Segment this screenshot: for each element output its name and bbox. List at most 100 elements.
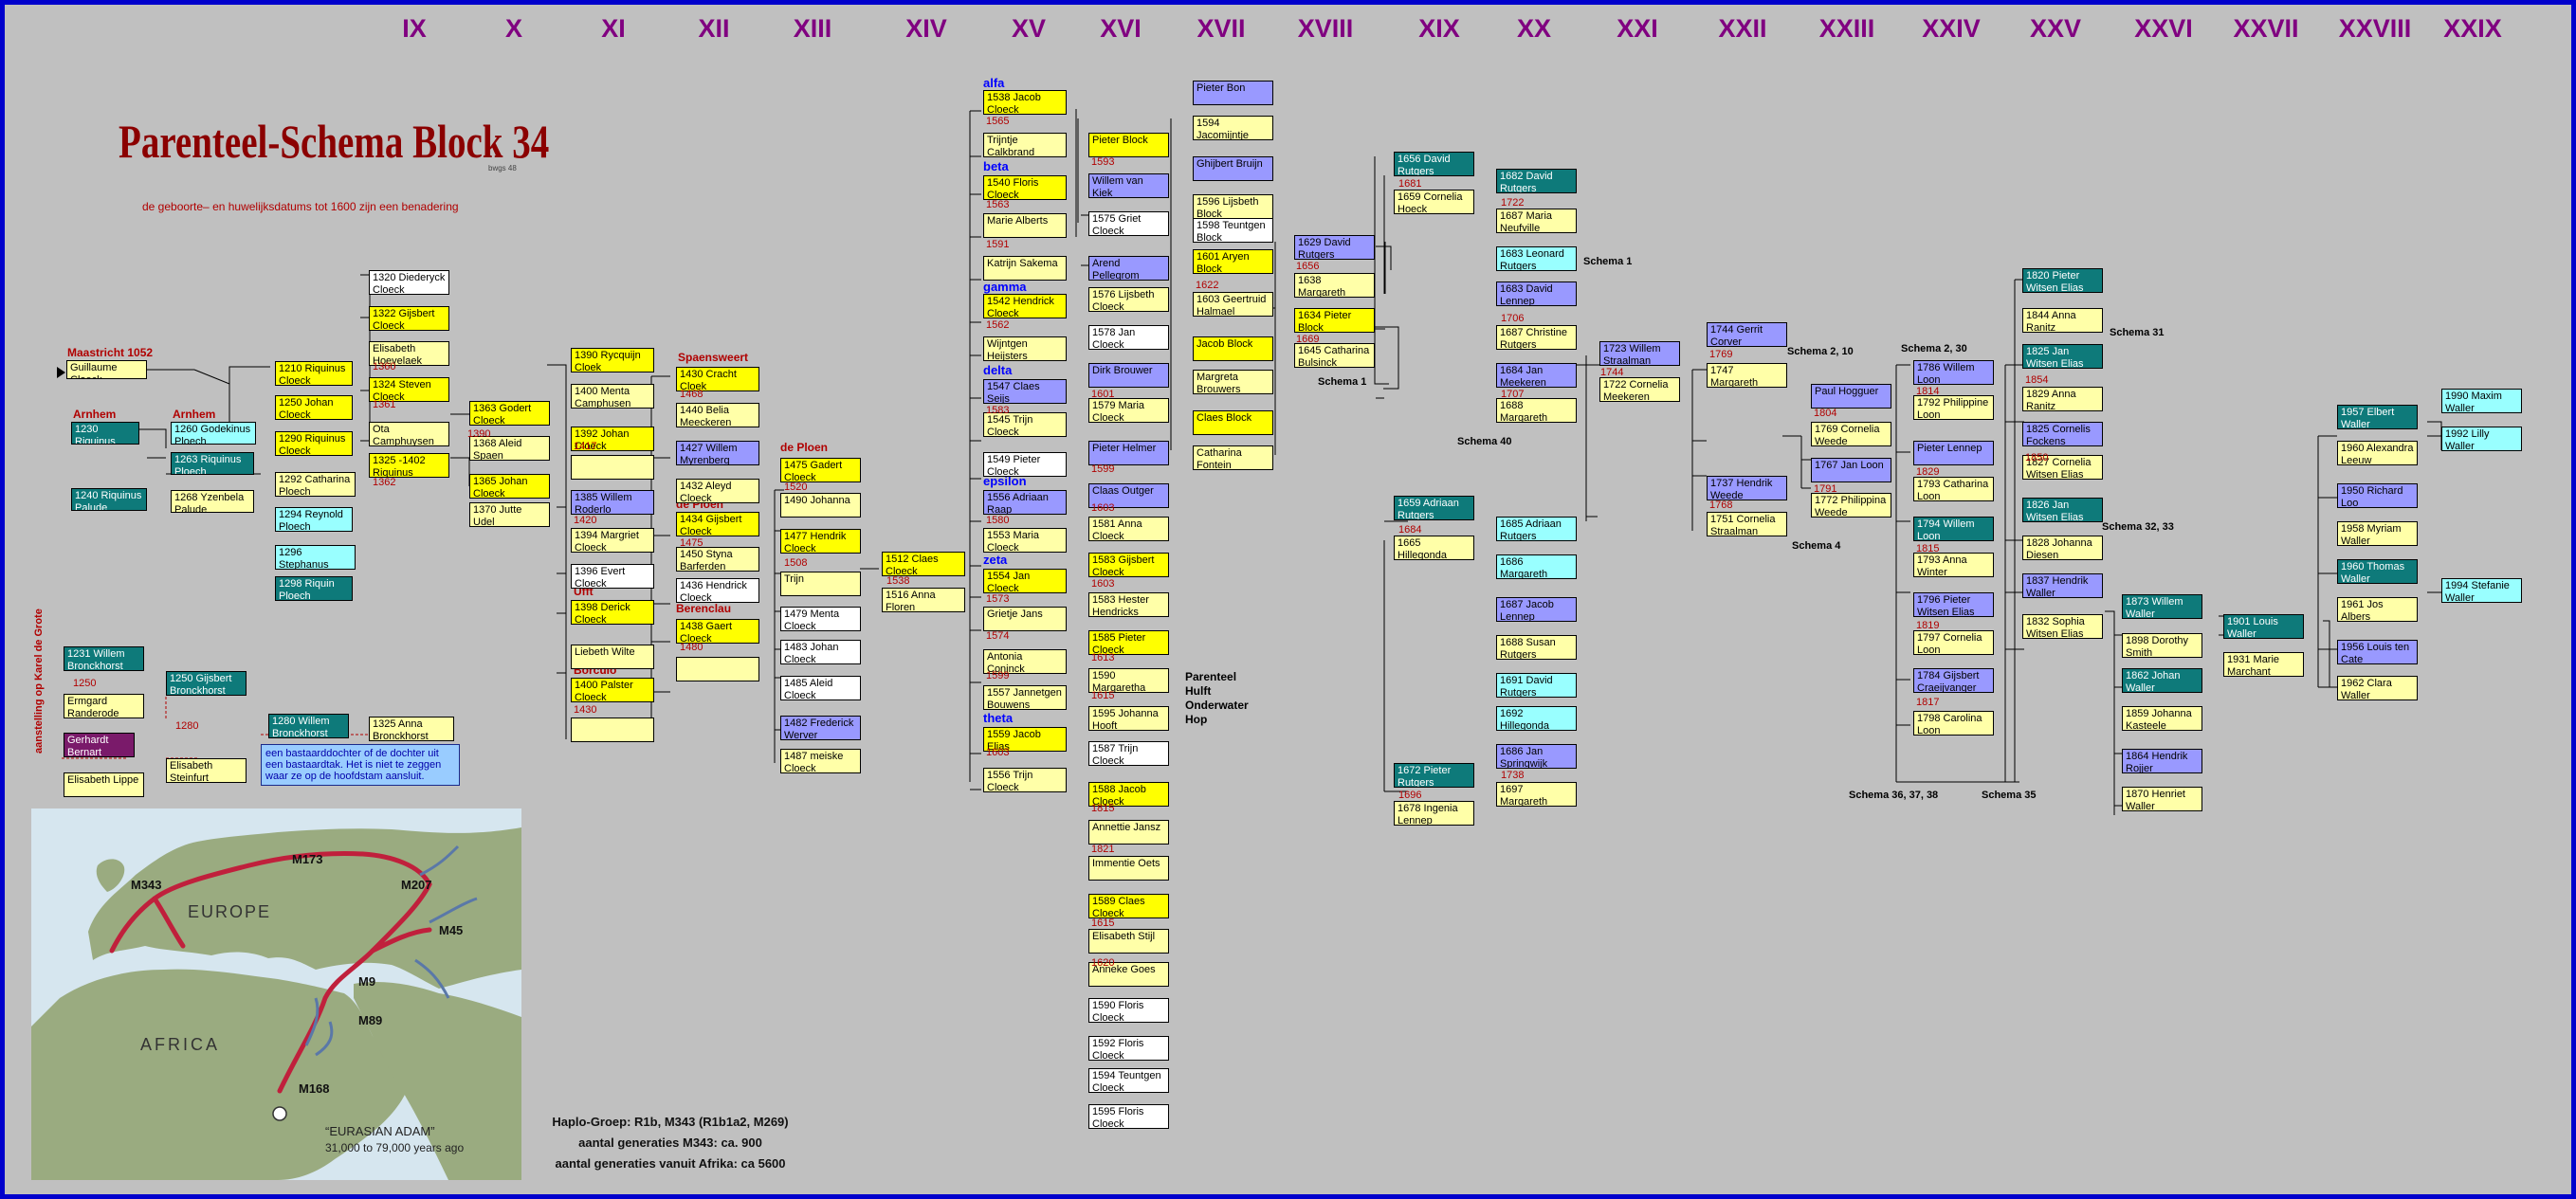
- marriage-year: 1468: [680, 389, 703, 400]
- person-box: 1672 Pieter Rutgers: [1394, 763, 1474, 788]
- person-box: 1685 Adriaan Rutgers: [1496, 517, 1577, 541]
- person-box: 1268 Yzenbela Palude: [171, 490, 254, 513]
- person-box: 1990 Maxim Waller: [2441, 389, 2522, 413]
- marriage-year: 1417: [574, 441, 597, 452]
- person-box: 1796 Pieter Witsen Elias: [1913, 592, 1994, 617]
- person-box: 1864 Hendrik Rojjer: [2122, 749, 2202, 773]
- person-box: 1320 Diederyck Cloeck: [369, 270, 449, 295]
- century-label: XIII: [793, 14, 832, 43]
- person-box: 1829 Anna Ranitz: [2022, 387, 2103, 411]
- person-box: 1820 Pieter Witsen Elias: [2022, 268, 2103, 293]
- person-box: Pieter Helmer: [1088, 441, 1169, 465]
- person-box: Pieter Block: [1088, 133, 1169, 157]
- person-box: 1594 Teuntgen Cloeck: [1088, 1068, 1169, 1093]
- person-box: 1659 Adriaan Rutgers: [1394, 496, 1474, 520]
- person-box: 1870 Henriet Waller: [2122, 787, 2202, 811]
- person-box: 1434 Gijsbert Cloeck: [676, 512, 759, 536]
- parenteel-note-line: Onderwater: [1185, 699, 1249, 712]
- person-box: Immentie Oets: [1088, 856, 1169, 881]
- person-box: 1487 meiske Cloeck: [780, 749, 861, 773]
- person-box: 1826 Jan Witsen Elias: [2022, 498, 2103, 522]
- schema-label: Schema 4: [1792, 540, 1841, 552]
- person-box: 1263 Riquinus Ploech: [171, 452, 254, 475]
- person-box: 1540 Floris Cloeck: [983, 175, 1067, 200]
- marriage-year: 1430: [574, 704, 597, 716]
- person-box: 1553 Maria Cloeck: [983, 528, 1067, 553]
- person-box: 1687 Maria Neufville: [1496, 209, 1577, 233]
- marriage-year: 1656: [1296, 261, 1320, 272]
- genealogy-chart: IX X XI XII XIII XIV XV XVI XVII XVIII XIX XX XXI XXI…: [5, 5, 2571, 1194]
- person-box: 1832 Sophia Witsen Elias: [2022, 614, 2103, 639]
- haplo-line: aantal generaties vanuit Afrika: ca 5600: [555, 1156, 786, 1171]
- marriage-year: 1565: [986, 116, 1010, 127]
- place-arnhem-2: Arnhem: [173, 408, 216, 421]
- century-label: XXVIII: [2338, 14, 2412, 43]
- century-label: X: [504, 14, 523, 43]
- person-box: 1767 Jan Loon: [1811, 458, 1891, 482]
- person-box: 1751 Cornelia Straalman: [1707, 512, 1787, 536]
- marriage-year: 1574: [986, 630, 1010, 642]
- person-box: 1747 Margareth Straalman: [1707, 363, 1787, 388]
- person-box: 1659 Cornelia Hoeck: [1394, 190, 1474, 214]
- person-box: 1579 Maria Cloeck: [1088, 398, 1169, 423]
- person-box: 1231 Willem Bronckhorst: [64, 646, 144, 671]
- person-box: 1994 Stefanie Waller: [2441, 578, 2522, 603]
- person-box: 1682 David Rutgers: [1496, 169, 1577, 193]
- person-box: 1477 Hendrik Cloeck: [780, 529, 861, 554]
- marriage-year: 1360: [373, 361, 396, 372]
- schema-label: Schema 36, 37, 38: [1849, 790, 1939, 801]
- person-box: Grietje Jans: [983, 607, 1067, 631]
- person-box: 1583 Hester Hendricks: [1088, 592, 1169, 617]
- haplo-line: aantal generaties M343: ca. 900: [578, 1135, 762, 1150]
- person-box: 1687 Christine Rutgers: [1496, 325, 1577, 350]
- person-box: 1436 Hendrick Cloeck: [676, 578, 759, 603]
- person-box: 1828 Johanna Diesen: [2022, 536, 2103, 560]
- person-box: 1629 David Rutgers: [1294, 235, 1375, 260]
- person-box: 1427 Willem Myrenberg: [676, 441, 759, 465]
- person-box: Willem van Kiek: [1088, 173, 1169, 198]
- person-box: 1683 Leonard Rutgers: [1496, 246, 1577, 271]
- person-box: 1587 Trijn Cloeck: [1088, 741, 1169, 766]
- marriage-year: 1599: [1091, 463, 1115, 475]
- person-box: 1598 Teuntgen Block: [1193, 218, 1273, 243]
- person-box: Liebeth Wilte: [571, 645, 654, 669]
- person-box: 1744 Gerrit Corver: [1707, 322, 1787, 347]
- parenteel-note-line: Hulft: [1185, 684, 1212, 698]
- haplo-line: Haplo-Groep: R1b, M343 (R1b1a2, M269): [552, 1115, 789, 1129]
- person-box: 1793 Catharina Loon: [1913, 477, 1994, 501]
- person-box: 1950 Richard Loo: [2337, 483, 2418, 508]
- marriage-year: 1562: [986, 319, 1010, 331]
- person-box: 1280 Willem Bronckhorst: [268, 714, 349, 738]
- person-box: 1645 Catharina Bulsinck: [1294, 343, 1375, 368]
- person-box: 1396 Evert Cloeck: [571, 564, 654, 589]
- person-box: Paul Hogguer: [1811, 384, 1891, 409]
- schema-label: Schema 31: [2110, 327, 2165, 338]
- person-box: 1691 David Rutgers: [1496, 673, 1577, 698]
- person-box: 1325 -1402 Riquinus Cloeck: [369, 453, 449, 478]
- branch-theta: theta: [983, 711, 1014, 725]
- vertical-note: aanstelling op Karel de Grote: [33, 609, 45, 754]
- marriage-year: 1593: [1091, 156, 1115, 168]
- branch-delta: delta: [983, 363, 1013, 377]
- person-box: 1590 Floris Cloeck: [1088, 998, 1169, 1023]
- marriage-year: 1580: [986, 515, 1010, 526]
- person-box: 1722 Cornelia Meekeren: [1599, 377, 1680, 402]
- map-origin-marker: [272, 1106, 287, 1121]
- map-marker-label: M207: [401, 878, 432, 892]
- person-box: 1665 Hillegonda Gelder: [1394, 536, 1474, 560]
- person-box: 1400 Palster Cloeck: [571, 678, 654, 702]
- marriage-year: 1738: [1501, 770, 1525, 781]
- person-box: Trijntje Calkbrand: [983, 133, 1067, 157]
- person-box: 1595 Johanna Hooft: [1088, 706, 1169, 731]
- person-box: 1475 Gadert Cloeck: [780, 458, 861, 482]
- person-box: 1862 Johan Waller: [2122, 668, 2202, 693]
- person-box: 1601 Aryen Block: [1193, 249, 1273, 274]
- parenteel-note: Parenteel Hulft Onderwater Hop: [1185, 670, 1249, 727]
- person-box: 1656 David Rutgers: [1394, 152, 1474, 176]
- person-box: 1603 Geertruid Halmael: [1193, 292, 1273, 317]
- marriage-year: 1696: [1398, 790, 1422, 801]
- person-box: 1686 Jan Springwijk: [1496, 744, 1577, 769]
- century-label: XVIII: [1297, 14, 1354, 43]
- schema-label: Schema 2, 10: [1787, 346, 1854, 357]
- century-label: XIV: [905, 14, 947, 43]
